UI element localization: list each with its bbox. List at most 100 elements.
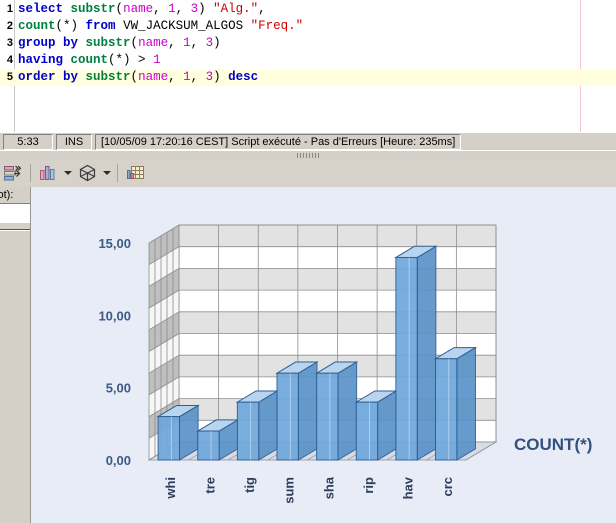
export-data-icon [4,165,22,180]
code-token: name [138,36,169,50]
chart-bar[interactable] [354,390,399,461]
x-axis-category-label: sum [282,477,297,504]
pivot-panel-label: vot): [0,189,14,201]
bar-side-face [377,390,397,461]
bar-front-face [395,256,418,461]
result-toolbar[interactable] [0,159,616,188]
toolbar-separator-2 [117,164,118,182]
code-token: count [70,53,109,67]
code-token: count [18,19,56,33]
3d-shape-dropdown-button[interactable] [100,161,113,185]
bar-side-face [416,245,437,461]
splitter-grip[interactable] [297,153,319,158]
line-number: 4 [6,54,13,66]
code-token: , [258,2,266,16]
x-axis-category-label: sha [321,476,336,499]
code-token: order by [18,70,79,84]
code-token: from [85,19,116,33]
x-axis-category-label: tre [202,477,217,494]
toolbar-group-shape [74,159,113,187]
x-axis-category-label: rip [361,477,376,494]
code-line[interactable]: 3 group by substr(name, 1, 3) [0,35,616,52]
result-grid-button[interactable] [122,161,148,185]
chart-bar[interactable] [156,404,200,461]
chart-panel[interactable]: 0,00 5,00 10,00 15,00 whi tre tig sum sha rip hav c… [31,187,616,523]
code-line[interactable]: 2 count(*) from VW_JACKSUM_ALGOS "Freq." [0,18,616,35]
code-token: ) [213,70,229,84]
code-token: , [190,36,206,50]
code-token: 3 [190,2,199,16]
code-token: group by [18,36,79,50]
code-token: name [123,2,154,16]
code-token: , [153,2,169,16]
line-number: 3 [6,37,13,49]
code-line[interactable]: 4 having count(*) > 1 [0,52,616,69]
cursor-position-indicator: 5:33 [3,134,53,150]
code-token: select [18,2,64,16]
code-token: ) [198,2,214,16]
code-token: substr [85,36,131,50]
3d-shape-button[interactable] [74,161,100,185]
chart-type-dropdown-button[interactable] [61,161,74,185]
x-axis-category-label: crc [440,477,455,497]
y-axis-tick-label: 5,00 [106,381,131,396]
export-data-button[interactable] [0,161,26,185]
bar-side-face [297,361,318,461]
code-token: desc [228,70,259,84]
bar-side-face [337,361,358,461]
code-token: 3 [205,70,214,84]
bar-side-face [258,390,278,461]
chart-bar[interactable] [433,346,478,461]
code-line-text: order by substr(name, 1, 3) desc [18,69,258,86]
chart-bar[interactable] [314,361,359,461]
code-line[interactable]: 5 order by substr(name, 1, 3) desc [0,69,616,86]
code-token: ( [115,2,124,16]
pivot-panel-input[interactable] [0,203,30,223]
toolbar-group-export [0,159,26,187]
x-axis-category-label: hav [401,476,416,499]
code-line-text: select substr(name, 1, 3) "Alg.", [18,1,266,18]
chevron-down-icon [102,171,111,175]
bar-chart-3d[interactable]: 0,00 5,00 10,00 15,00 whi tre tig sum sha rip hav c… [31,187,616,523]
code-token: ) [213,36,221,50]
code-token: "Freq." [250,19,304,33]
bar-front-face [316,372,339,461]
pivot-panel-remnant: vot): [0,187,31,523]
code-token: ( [130,36,139,50]
code-token: , [168,36,184,50]
bar-front-face [434,358,458,461]
code-token: 1 [183,36,191,50]
bar-side-face [456,346,476,461]
chart-bar[interactable] [235,390,280,461]
code-token: name [138,70,169,84]
line-number: 1 [6,3,13,15]
code-line-text: having count(*) > 1 [18,52,161,69]
y-axis-tick-label: 15,00 [98,236,131,251]
chart-bar[interactable] [394,245,438,461]
sql-code-editor[interactable]: 1 select substr(name, 1, 3) "Alg.", 2 count… [0,0,616,132]
toolbar-group-chart [35,159,74,187]
code-token: 1 [153,53,161,67]
y-axis-tick-label: 10,00 [98,308,131,323]
legend-series-label: COUNT(*) [514,435,592,454]
toolbar-separator-1 [30,164,31,182]
bar-chart-icon [40,166,55,180]
code-token: VW_JACKSUM_ALGOS [123,19,244,33]
3d-shape-icon [79,164,95,182]
code-token: having [18,53,64,67]
insert-mode-indicator: INS [56,134,92,150]
code-token: 1 [168,2,176,16]
bar-front-face [276,372,299,461]
code-token: 3 [205,36,214,50]
code-lines-container[interactable]: 1 select substr(name, 1, 3) "Alg.", 2 count… [0,1,616,86]
chart-bar[interactable] [275,361,319,461]
line-number: 2 [6,20,13,32]
code-line[interactable]: 1 select substr(name, 1, 3) "Alg.", [0,1,616,18]
code-line-text: count(*) from VW_JACKSUM_ALGOS "Freq." [18,18,303,35]
y-axis-tick-label: 0,00 [106,453,131,468]
bar-chart-button[interactable] [35,161,61,185]
